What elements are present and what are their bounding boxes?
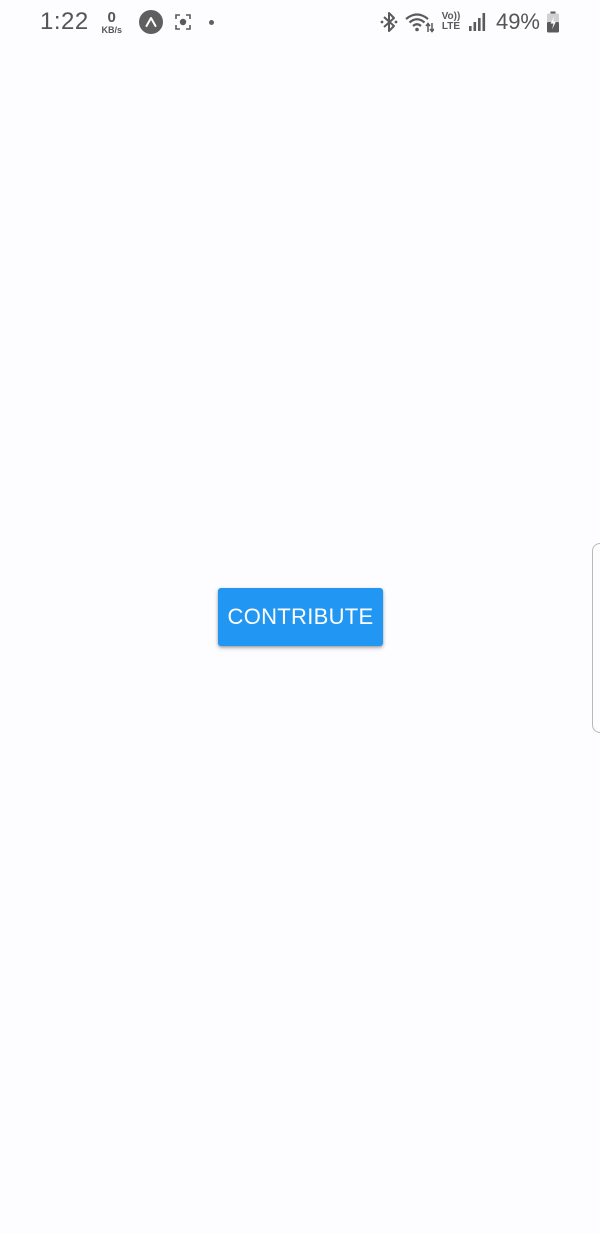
volte-icon: Vo)) LTE: [440, 12, 462, 32]
status-bar-right: Vo)) LTE 49%: [380, 6, 560, 38]
app-screen: 1:22 0 KB/s Vo)) LTE 49% CONTRIBUTE: [0, 0, 600, 1233]
bluetooth-icon: [380, 11, 398, 33]
wifi-icon: [404, 11, 434, 33]
volte-bottom-label: LTE: [441, 21, 461, 32]
app-notification-icon: [138, 10, 163, 34]
more-notifications-dot-icon: [208, 19, 214, 25]
network-speed-value: 0: [107, 8, 116, 26]
status-bar: 1:22 0 KB/s Vo)) LTE 49%: [0, 0, 600, 44]
battery-percent: 49%: [495, 9, 540, 34]
signal-icon: [468, 12, 488, 32]
screenshot-icon: [173, 12, 193, 32]
status-bar-left: 1:22 0 KB/s: [40, 6, 214, 38]
edge-panel-handle[interactable]: [592, 543, 600, 733]
battery-icon: [546, 11, 560, 33]
status-clock: 1:22: [40, 8, 89, 35]
network-speed-unit: KB/s: [101, 24, 122, 35]
network-speed-indicator: 0 KB/s: [99, 10, 125, 35]
contribute-button[interactable]: CONTRIBUTE: [218, 588, 383, 646]
